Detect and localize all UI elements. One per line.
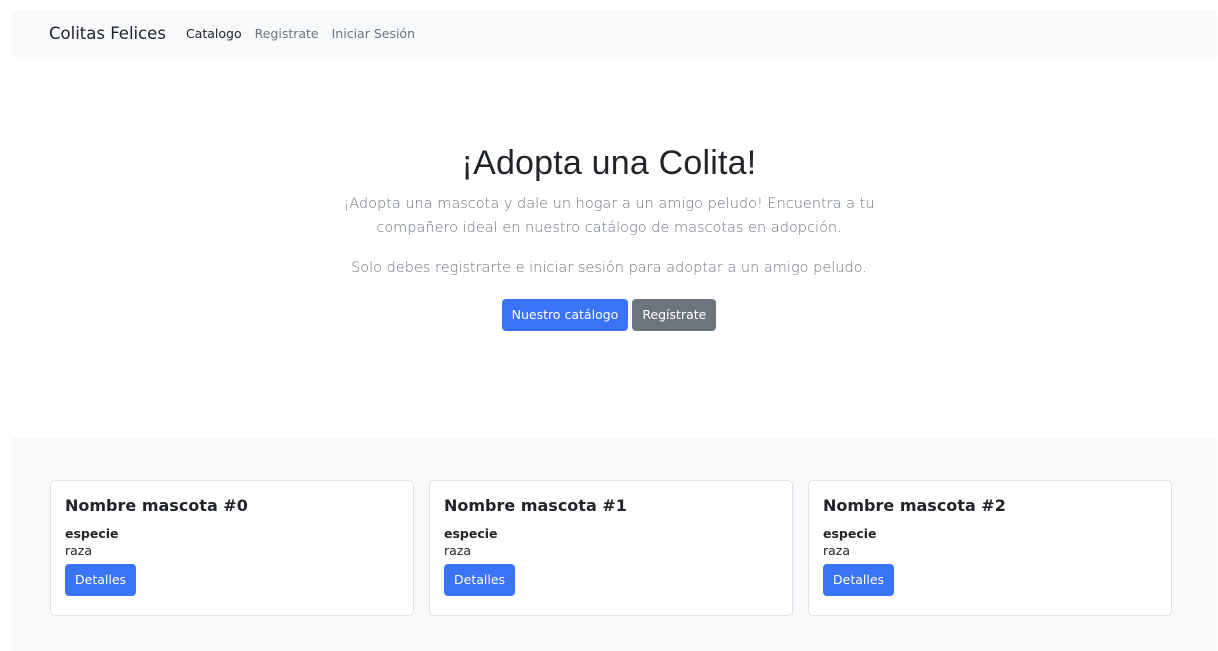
- pet-card-title: Nombre mascota #1: [444, 496, 627, 515]
- pet-card: Nombre mascota #1 especie raza Detalles: [429, 480, 793, 616]
- pet-card-species: especie: [65, 526, 119, 541]
- details-button[interactable]: Detalles: [823, 564, 895, 596]
- navbar: Colitas Felices Catalogo Registrate Inic…: [12, 10, 1217, 57]
- pet-card-species: especie: [444, 526, 498, 541]
- pet-card-species: especie: [823, 526, 877, 541]
- pet-card-title: Nombre mascota #0: [65, 496, 248, 515]
- pet-card: Nombre mascota #2 especie raza Detalles: [808, 480, 1172, 616]
- details-button[interactable]: Detalles: [444, 564, 516, 596]
- page: Colitas Felices Catalogo Registrate Inic…: [0, 0, 1218, 651]
- nav-link-iniciar-sesion[interactable]: Iniciar Sesión: [332, 26, 415, 41]
- hero-buttons: Nuestro catálogo Regístrate: [0, 299, 1218, 331]
- details-button[interactable]: Detalles: [65, 564, 137, 596]
- pet-card-breed: raza: [823, 543, 851, 558]
- brand-link[interactable]: Colitas Felices: [49, 24, 166, 43]
- hero-title: ¡Adopta una Colita!: [461, 144, 757, 182]
- catalog-button[interactable]: Nuestro catálogo: [501, 299, 629, 331]
- pet-card-breed: raza: [444, 543, 472, 558]
- nav-link-catalogo[interactable]: Catalogo: [186, 26, 242, 41]
- nav-links: Catalogo Registrate Iniciar Sesión: [186, 26, 428, 41]
- pet-card-breed: raza: [65, 543, 93, 558]
- hero-lead: ¡Adopta una mascota y dale un hogar a un…: [343, 196, 875, 236]
- pet-card: Nombre mascota #0 especie raza Detalles: [50, 480, 414, 616]
- nav-link-registrate[interactable]: Registrate: [255, 26, 319, 41]
- hero-section: ¡Adopta una Colita! ¡Adopta una mascota …: [0, 140, 1218, 331]
- register-button[interactable]: Regístrate: [632, 299, 717, 331]
- hero-lead-secondary: Solo debes registrarte e iniciar sesión …: [351, 260, 867, 276]
- pet-album: Nombre mascota #0 especie raza Detalles …: [12, 438, 1217, 651]
- pet-card-title: Nombre mascota #2: [823, 496, 1006, 515]
